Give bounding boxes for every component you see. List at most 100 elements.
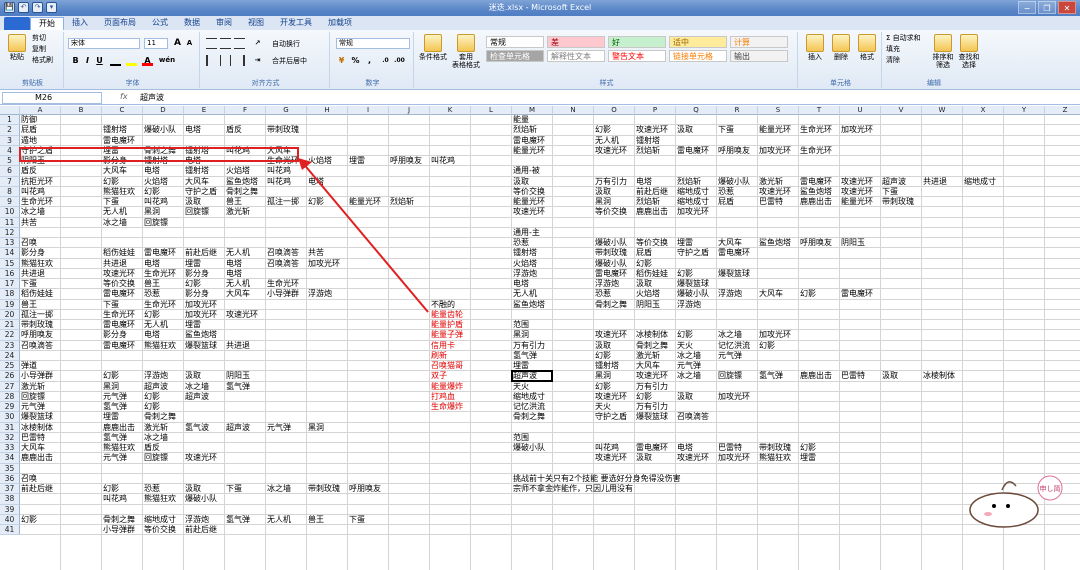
row-header[interactable]: 11 [0, 217, 20, 228]
cell[interactable]: 回旋镖 [143, 218, 168, 228]
cell[interactable]: 幻影 [676, 269, 693, 279]
cell[interactable]: 爆裂篮球 [20, 412, 53, 422]
column-header[interactable]: Q [676, 106, 717, 115]
cell[interactable]: 烈焰斩 [389, 197, 414, 207]
cell[interactable]: 爆破小队 [512, 443, 545, 453]
cell[interactable]: 小导弹群 [102, 525, 135, 535]
cell[interactable]: 叫花鸡 [225, 146, 250, 156]
cell[interactable]: 能量光环 [512, 197, 545, 207]
row-header[interactable]: 2 [0, 125, 20, 136]
font-name-select[interactable]: 宋体 [68, 38, 140, 49]
cell[interactable]: 稻伤娃娃 [20, 289, 53, 299]
cut-button[interactable]: 剪切 [32, 34, 46, 43]
cell[interactable]: 前赴后继 [20, 484, 53, 494]
cell[interactable]: 幻影 [143, 402, 160, 412]
cell[interactable]: 烈焰斩 [676, 177, 701, 187]
cell[interactable]: 爆裂篮球 [676, 279, 709, 289]
cell[interactable]: 孤注一掷 [20, 310, 53, 320]
cell[interactable]: 冰之墙 [184, 382, 209, 392]
row-header[interactable]: 41 [0, 525, 20, 536]
sort-filter-button[interactable]: 排序和 筛选 [932, 34, 954, 69]
cell[interactable]: 无人机 [225, 248, 250, 258]
cell[interactable]: 镭射塔 [594, 361, 619, 371]
cell[interactable]: 氢气弹 [225, 515, 250, 525]
cell[interactable]: 共苦 [20, 218, 37, 228]
bold-button[interactable]: B [70, 55, 81, 66]
cell[interactable]: 呼朋唤友 [20, 330, 53, 340]
cell[interactable]: 无人机 [102, 207, 127, 217]
cell[interactable]: 电塔 [225, 259, 242, 269]
align-bottom-icon[interactable] [234, 38, 245, 49]
column-header[interactable]: Z [1045, 106, 1080, 115]
cell[interactable]: 鹿鹿出击 [20, 453, 53, 463]
cell[interactable]: 缩地成寸 [512, 392, 545, 402]
column-header[interactable]: O [594, 106, 635, 115]
cell[interactable]: 电塔 [635, 177, 652, 187]
cell[interactable]: 不融的 [430, 300, 455, 310]
cell[interactable]: 镭射塔 [184, 166, 209, 176]
cell[interactable]: 骨刺之舞 [635, 341, 668, 351]
cell[interactable]: 攻速光环 [676, 453, 709, 463]
row-header[interactable]: 26 [0, 371, 20, 382]
cell[interactable]: 浮游炮 [184, 515, 209, 525]
cell[interactable]: 稻伤娃娃 [102, 248, 135, 258]
cell[interactable]: 幻影 [143, 310, 160, 320]
cell[interactable]: 兽王 [225, 197, 242, 207]
cell[interactable]: 兽王 [307, 515, 324, 525]
cell[interactable]: 激光斩 [225, 207, 250, 217]
cell[interactable]: 汲取 [676, 125, 693, 135]
cell[interactable]: 回旋镖 [20, 392, 45, 402]
cell[interactable]: 共苦 [307, 248, 324, 258]
cell[interactable]: 下蛋 [225, 484, 242, 494]
cell[interactable]: 影分身 [102, 156, 127, 166]
column-header[interactable]: P [635, 106, 676, 115]
cell[interactable]: 氢气弹 [758, 371, 783, 381]
column-header[interactable]: T [799, 106, 840, 115]
column-header[interactable]: C [102, 106, 143, 115]
cell[interactable]: 镭射塔 [143, 156, 168, 166]
cell[interactable]: 加攻光环 [717, 453, 750, 463]
cell[interactable]: 大风车 [717, 238, 742, 248]
cell[interactable]: 冰之墙 [20, 207, 45, 217]
tab-home[interactable]: 开始 [30, 17, 64, 30]
cell[interactable]: 攻速光环 [758, 187, 791, 197]
cell[interactable]: 带刺玫瑰 [307, 484, 340, 494]
cell[interactable]: 火焰塔 [635, 289, 660, 299]
cell[interactable]: 召唤 [20, 474, 37, 484]
cell[interactable]: 遁地 [20, 136, 37, 146]
cell[interactable]: 火焰塔 [143, 177, 168, 187]
paste-button[interactable]: 粘贴 [6, 34, 28, 61]
cell[interactable]: 防御 [20, 115, 37, 125]
cell[interactable]: 氢气弹 [102, 433, 127, 443]
cell[interactable]: 信用卡 [430, 341, 455, 351]
cell[interactable]: 幻影 [307, 197, 324, 207]
cell[interactable]: 大风车 [266, 146, 291, 156]
align-middle-icon[interactable] [220, 38, 231, 49]
insert-cells-button[interactable]: 插入 [804, 34, 826, 61]
tab-addins[interactable]: 加载项 [320, 17, 360, 30]
cell[interactable]: 万有引力 [635, 382, 668, 392]
row-header[interactable]: 38 [0, 494, 20, 505]
cell[interactable]: 攻速光环 [635, 125, 668, 135]
cell[interactable]: 生命光环 [102, 310, 135, 320]
tab-insert[interactable]: 插入 [64, 17, 96, 30]
cell[interactable]: 幻影 [799, 443, 816, 453]
cell[interactable]: 加攻光环 [676, 207, 709, 217]
cell[interactable]: 元气弹 [102, 453, 127, 463]
number-format-select[interactable]: 常规 [336, 38, 410, 49]
row-header[interactable]: 19 [0, 299, 20, 310]
cell[interactable]: 等价交换 [635, 238, 668, 248]
cell[interactable]: 盾反 [20, 166, 37, 176]
cell[interactable]: 鲨鱼炮塔 [799, 187, 832, 197]
cell[interactable]: 骨刺之舞 [594, 300, 627, 310]
cell[interactable]: 刷新 [430, 351, 447, 361]
cell[interactable]: 汲取 [512, 177, 529, 187]
row-header[interactable]: 4 [0, 145, 20, 156]
cell[interactable]: 抗拒光环 [20, 177, 53, 187]
cell[interactable]: 鹿鹿出击 [635, 207, 668, 217]
cell[interactable]: 影分身 [20, 248, 45, 258]
cell[interactable]: 雷电魔环 [102, 320, 135, 330]
cell[interactable]: 爆破小队 [676, 289, 709, 299]
fill-color-icon[interactable] [126, 55, 137, 66]
row-header[interactable]: 12 [0, 227, 20, 238]
